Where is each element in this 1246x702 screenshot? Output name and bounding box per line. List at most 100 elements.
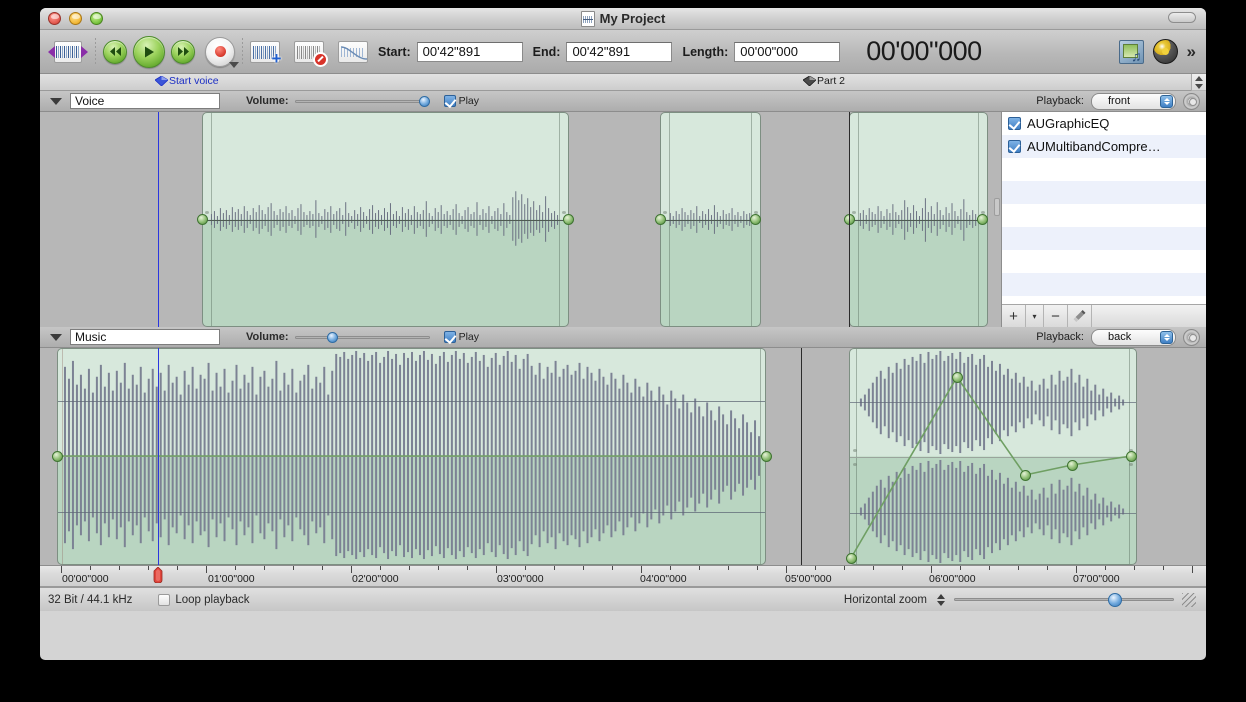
pencil-icon — [1073, 310, 1085, 322]
list-item-empty[interactable] — [1002, 227, 1206, 250]
list-item-empty[interactable] — [1002, 250, 1206, 273]
waveform-voice[interactable]: AUGraphicEQ AUMultibandCompre… + ▾ − — [40, 112, 1206, 327]
media-browser-icon[interactable] — [1119, 40, 1144, 64]
time-label: 03'00"000 — [497, 573, 544, 585]
effect-enable-checkbox[interactable] — [1008, 117, 1021, 130]
horizontal-zoom-slider[interactable] — [954, 593, 1174, 607]
audio-clip[interactable] — [849, 112, 988, 327]
waveform-music[interactable] — [40, 348, 1206, 565]
volume-slider-voice[interactable] — [295, 94, 430, 108]
burn-disc-icon[interactable] — [1153, 39, 1178, 64]
window-resize-grip[interactable] — [1182, 593, 1196, 607]
playhead-handle-icon[interactable] — [153, 567, 163, 583]
add-effect-menu-button[interactable]: ▾ — [1026, 305, 1044, 328]
zoom-stepper[interactable] — [935, 592, 946, 608]
time-label: 05'00"000 — [785, 573, 832, 585]
effects-toolbar: + ▾ − — [1002, 304, 1206, 327]
clip-divider — [849, 112, 850, 327]
document-title: My Project — [581, 11, 666, 27]
clip-start-anchor[interactable] — [655, 214, 666, 225]
track-name-input-voice[interactable] — [70, 93, 220, 109]
play-button[interactable] — [133, 36, 165, 68]
delete-track-icon[interactable] — [294, 41, 324, 63]
toolbar-overflow-icon[interactable]: » — [1187, 42, 1196, 62]
toolbar-separator-1 — [95, 38, 96, 66]
envelope-point[interactable] — [1126, 451, 1137, 462]
marker-part-2[interactable]: Part 2 — [803, 75, 845, 87]
list-item[interactable]: AUMultibandCompre… — [1002, 135, 1206, 158]
list-item-empty[interactable] — [1002, 204, 1206, 227]
marker-ruler[interactable]: Start voice Part 2 — [40, 74, 1206, 91]
list-item-empty[interactable] — [1002, 181, 1206, 204]
effect-name: AUMultibandCompre… — [1027, 139, 1161, 154]
envelope-point[interactable] — [846, 553, 857, 564]
effects-list[interactable]: AUGraphicEQ AUMultibandCompre… — [1002, 112, 1206, 304]
panel-resize-handle[interactable] — [994, 198, 1000, 216]
title-bar: My Project — [40, 8, 1206, 30]
disclosure-triangle-icon[interactable] — [50, 334, 62, 341]
loop-playback-checkbox[interactable] — [158, 594, 170, 606]
audio-clip[interactable] — [202, 112, 569, 327]
list-item-empty[interactable] — [1002, 296, 1206, 304]
marker-gem-icon — [155, 76, 168, 86]
marker-gem-icon — [803, 76, 816, 86]
rewind-button[interactable] — [103, 40, 127, 64]
envelope-point[interactable] — [1067, 460, 1078, 471]
list-item[interactable]: AUGraphicEQ — [1002, 112, 1206, 135]
track-name-input-music[interactable] — [70, 329, 220, 345]
close-button[interactable] — [48, 12, 61, 25]
length-input[interactable] — [734, 42, 840, 62]
audio-format-label: 32 Bit / 44.1 kHz — [48, 594, 132, 606]
playback-select-music[interactable]: back — [1091, 329, 1176, 346]
effect-enable-checkbox[interactable] — [1008, 140, 1021, 153]
loop-region-icon[interactable] — [48, 41, 88, 63]
clip-end-anchor[interactable] — [563, 214, 574, 225]
add-effect-button[interactable]: + — [1002, 305, 1026, 328]
clip-end-anchor[interactable] — [977, 214, 988, 225]
playback-select-voice[interactable]: front — [1091, 93, 1176, 110]
volume-label: Volume: — [246, 95, 289, 107]
effects-panel: AUGraphicEQ AUMultibandCompre… + ▾ − — [1001, 112, 1206, 327]
marker-start-voice[interactable]: Start voice — [155, 75, 219, 87]
gear-icon-music[interactable] — [1183, 329, 1200, 346]
edit-effect-button[interactable] — [1068, 305, 1092, 328]
audio-clip[interactable] — [660, 112, 761, 327]
zoom-button[interactable] — [90, 12, 103, 25]
audio-clip[interactable] — [57, 348, 766, 565]
clip-start-anchor[interactable] — [197, 214, 208, 225]
play-checkbox-voice[interactable] — [444, 95, 456, 107]
fade-curve-icon[interactable] — [338, 41, 368, 63]
minimize-button[interactable] — [69, 12, 82, 25]
audio-clip[interactable] — [849, 348, 1137, 565]
time-label: 02'00"000 — [352, 573, 399, 585]
start-input[interactable] — [417, 42, 523, 62]
play-checkbox-music[interactable] — [444, 331, 456, 343]
clip-end-anchor[interactable] — [750, 214, 761, 225]
list-item-empty[interactable] — [1002, 273, 1206, 296]
vertical-scrollbar[interactable] — [1191, 74, 1206, 91]
time-label: 07'00"000 — [1073, 573, 1120, 585]
playback-group-music: Playback: back — [1036, 329, 1200, 346]
volume-slider-music[interactable] — [295, 330, 430, 344]
fast-forward-button[interactable] — [171, 40, 195, 64]
envelope-point[interactable] — [761, 451, 772, 462]
list-item-empty[interactable] — [1002, 158, 1206, 181]
document-icon — [581, 11, 595, 27]
envelope-point[interactable] — [1020, 470, 1031, 481]
toolbar-toggle-button[interactable] — [1168, 12, 1196, 23]
playback-value: back — [1108, 331, 1131, 343]
window-controls — [48, 12, 103, 25]
time-label: 00'00"000 — [62, 573, 109, 585]
horizontal-zoom-label: Horizontal zoom — [844, 594, 927, 606]
time-ruler[interactable]: 00'00"000 01'00"000 02'00"000 03'00"000 … — [40, 565, 1206, 587]
add-track-icon[interactable]: + — [250, 41, 280, 63]
application-window: My Project — [40, 8, 1206, 660]
record-button[interactable] — [205, 37, 235, 67]
gear-icon-voice[interactable] — [1183, 93, 1200, 110]
end-input[interactable] — [566, 42, 672, 62]
envelope-point[interactable] — [52, 451, 63, 462]
remove-effect-button[interactable]: − — [1044, 305, 1068, 328]
envelope-point[interactable] — [952, 372, 963, 383]
disclosure-triangle-icon[interactable] — [50, 98, 62, 105]
volume-label: Volume: — [246, 331, 289, 343]
